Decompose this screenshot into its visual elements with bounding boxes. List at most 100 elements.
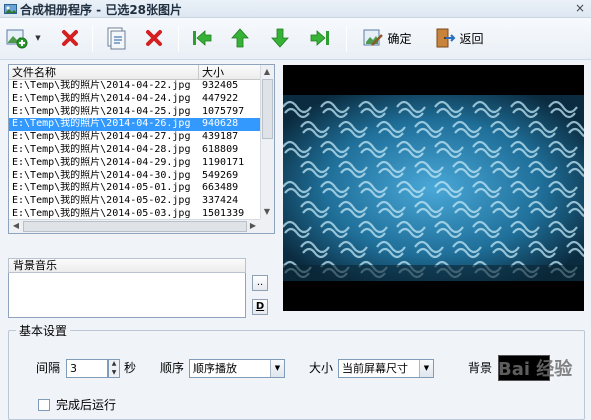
scroll-thumb[interactable] <box>23 221 247 232</box>
file-size: 549269 <box>202 169 239 181</box>
file-path: E:\Temp\我的照片\2014-04-26.jpg <box>12 118 191 130</box>
add-image-icon <box>6 29 28 49</box>
close-window-button[interactable]: × <box>573 1 587 15</box>
back-button[interactable]: 返回 <box>430 24 488 52</box>
order-select[interactable]: 顺序播放 ▼ <box>189 359 285 378</box>
file-path: E:\Temp\我的照片\2014-04-28.jpg <box>12 143 191 155</box>
interval-input[interactable]: 3 <box>66 359 108 378</box>
clear-button[interactable] <box>140 24 168 52</box>
stepper-up-icon[interactable]: ▲ <box>109 360 119 369</box>
arrow-down-icon <box>271 28 289 48</box>
add-dropdown-button[interactable]: ▼ <box>32 24 44 52</box>
watermark-text: Bai 经验 <box>498 359 573 380</box>
arrow-first-icon <box>193 30 212 46</box>
file-path: E:\Temp\我的照片\2014-04-22.jpg <box>12 80 191 91</box>
interval-label: 间隔 <box>36 361 61 375</box>
confirm-icon <box>363 29 384 46</box>
background-music-header: 背景音乐 <box>8 258 246 273</box>
remove-button[interactable] <box>56 24 84 52</box>
scroll-left-icon[interactable]: ◀ <box>10 220 22 232</box>
order-value: 顺序播放 <box>193 362 237 375</box>
file-row[interactable]: E:\Temp\我的照片\2014-04-28.jpg 618809 <box>9 144 261 157</box>
file-row[interactable]: E:\Temp\我的照片\2014-04-22.jpg 932405 <box>9 80 261 93</box>
order-label: 顺序 <box>160 361 185 375</box>
file-size: 447922 <box>202 92 239 104</box>
image-preview <box>283 65 584 311</box>
file-size: 1190171 <box>202 156 245 168</box>
file-row[interactable]: E:\Temp\我的照片\2014-04-29.jpg 1190171 <box>9 157 261 170</box>
add-images-button[interactable] <box>4 24 30 52</box>
vertical-scrollbar[interactable]: ▲ ▼ <box>260 65 274 220</box>
size-select[interactable]: 当前屏幕尺寸 ▼ <box>338 359 434 378</box>
delete-music-button[interactable]: D <box>252 299 268 315</box>
document-icon <box>107 27 126 50</box>
file-path: E:\Temp\我的照片\2014-05-02.jpg <box>12 195 191 207</box>
scroll-thumb[interactable] <box>262 79 273 139</box>
move-to-bottom-button[interactable] <box>306 24 334 52</box>
move-to-top-button[interactable] <box>188 24 216 52</box>
move-down-button[interactable] <box>266 24 294 52</box>
file-row[interactable]: E:\Temp\我的照片\2014-05-01.jpg 663489 <box>9 182 261 195</box>
confirm-button[interactable]: 确定 <box>358 24 416 52</box>
scroll-right-icon[interactable]: ▶ <box>247 220 259 232</box>
arrow-up-icon <box>231 28 249 48</box>
delete-x-icon <box>146 30 162 46</box>
arrow-last-icon <box>310 30 329 46</box>
file-size: 337424 <box>202 195 239 207</box>
file-path: E:\Temp\我的照片\2014-04-25.jpg <box>12 105 191 117</box>
file-path: E:\Temp\我的照片\2014-04-29.jpg <box>12 156 191 168</box>
chevron-down-icon: ▼ <box>35 34 41 42</box>
title-bar: 合成相册程序 - 已选28张图片 × <box>0 0 591 18</box>
toolbar: ▼ 确定 返回 <box>0 18 591 60</box>
file-size: 663489 <box>202 182 239 194</box>
file-size: 439187 <box>202 131 239 143</box>
file-list[interactable]: 文件名称 大小 E:\Temp\我的照片\2014-04-22.jpg 93240… <box>8 64 275 234</box>
chevron-down-icon[interactable]: ▼ <box>270 360 284 377</box>
file-size: 1075797 <box>202 105 245 117</box>
scroll-up-icon[interactable]: ▲ <box>261 66 273 78</box>
file-size: 932405 <box>202 80 239 91</box>
coral-photo <box>283 65 584 311</box>
stepper-down-icon[interactable]: ▼ <box>109 369 119 378</box>
chevron-down-icon[interactable]: ▼ <box>419 360 433 377</box>
file-row[interactable]: E:\Temp\我的照片\2014-04-24.jpg 447922 <box>9 93 261 106</box>
file-row[interactable]: E:\Temp\我的照片\2014-04-30.jpg 549269 <box>9 170 261 183</box>
file-path: E:\Temp\我的照片\2014-04-24.jpg <box>12 92 191 104</box>
browse-music-button[interactable]: .. <box>252 275 268 291</box>
file-size: 618809 <box>202 143 239 155</box>
window-title: 合成相册程序 - 已选28张图片 <box>20 3 183 17</box>
file-list-header: 文件名称 大小 <box>9 65 261 80</box>
confirm-label: 确定 <box>387 31 412 46</box>
interval-stepper[interactable]: ▲ ▼ <box>108 359 120 378</box>
file-path: E:\Temp\我的照片\2014-04-27.jpg <box>12 131 191 143</box>
basic-settings-title: 基本设置 <box>16 322 71 339</box>
file-row[interactable]: E:\Temp\我的照片\2014-05-02.jpg 337424 <box>9 195 261 208</box>
file-row[interactable]: E:\Temp\我的照片\2014-04-27.jpg 439187 <box>9 131 261 144</box>
interval-unit: 秒 <box>124 361 137 375</box>
size-value: 当前屏幕尺寸 <box>342 362 408 375</box>
toolbar-separator <box>178 26 179 52</box>
file-row[interactable]: E:\Temp\我的照片\2014-04-25.jpg 1075797 <box>9 106 261 119</box>
horizontal-scrollbar[interactable]: ◀ ▶ <box>9 219 261 233</box>
file-path: E:\Temp\我的照片\2014-04-30.jpg <box>12 169 191 181</box>
open-file-button[interactable] <box>102 24 130 52</box>
exit-door-icon <box>436 28 456 48</box>
file-list-rows: E:\Temp\我的照片\2014-04-22.jpg 932405 E:\Temp… <box>9 80 261 233</box>
back-label: 返回 <box>459 31 484 46</box>
column-header-size[interactable]: 大小 <box>199 65 261 80</box>
toolbar-separator <box>92 26 93 52</box>
toolbar-separator <box>346 26 347 52</box>
background-label: 背景 <box>468 361 493 375</box>
size-label: 大小 <box>309 361 334 375</box>
scrollbar-corner <box>260 219 274 233</box>
run-after-checkbox[interactable] <box>38 399 50 411</box>
background-music-list[interactable] <box>8 273 246 318</box>
file-path: E:\Temp\我的照片\2014-05-01.jpg <box>12 182 191 194</box>
app-icon <box>4 4 17 14</box>
run-after-label: 完成后运行 <box>56 398 117 412</box>
scroll-down-icon[interactable]: ▼ <box>261 206 273 218</box>
file-size: 940628 <box>202 118 239 130</box>
move-up-button[interactable] <box>226 24 254 52</box>
file-row[interactable]: E:\Temp\我的照片\2014-04-26.jpg 940628 <box>9 118 261 132</box>
column-header-name[interactable]: 文件名称 <box>9 65 199 80</box>
